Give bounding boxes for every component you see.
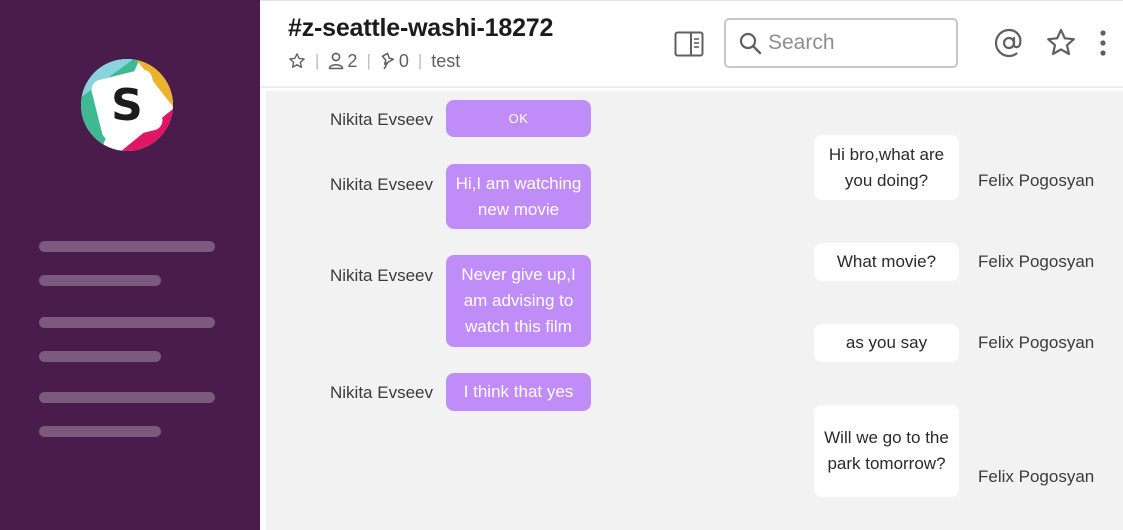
channel-title[interactable]: #z-seattle-washi-18272 [288,14,553,43]
message-author[interactable]: Felix Pogosyan [978,252,1094,272]
message-author[interactable]: Nikita Evseev [330,110,433,130]
message-bubble[interactable]: I think that yes [446,373,591,411]
message-bubble[interactable]: Never give up,I am advising to watch thi… [446,255,591,347]
message-author[interactable]: Felix Pogosyan [978,171,1094,191]
message-bubble[interactable]: as you say [814,324,959,362]
sidebar-placeholder-line [39,351,161,362]
message-bubble[interactable]: Will we go to the park tomorrow? [814,405,959,497]
sidebar-placeholder-line [39,275,161,286]
star-icon[interactable] [1046,28,1076,58]
channel-topic[interactable]: test [431,51,460,72]
meta-separator: | [417,51,423,70]
message-bubble[interactable]: OK [446,100,591,137]
channel-header: #z-seattle-washi-18272 | 2 | 0 | test [260,0,1123,88]
sidebar-placeholder-line [39,241,215,252]
details-panel-icon[interactable] [674,31,704,57]
slack-logo-icon[interactable]: S [80,58,174,152]
meta-separator: | [366,51,371,70]
message-bubble[interactable]: Hi,I am watching new movie [446,164,591,229]
member-icon[interactable] [328,52,344,70]
message-author[interactable]: Felix Pogosyan [978,333,1094,353]
sidebar-placeholder-line [39,426,161,437]
meta-separator: | [315,51,320,70]
message-author[interactable]: Nikita Evseev [330,383,433,403]
search-icon [739,32,762,55]
star-icon[interactable] [288,52,306,70]
more-vertical-icon[interactable] [1098,29,1108,57]
at-sign-icon[interactable] [994,28,1024,58]
message-author[interactable]: Felix Pogosyan [978,467,1094,487]
search-box[interactable] [724,18,958,68]
channel-meta: | 2 | 0 | test [288,50,460,72]
sidebar-placeholder-line [39,392,215,403]
pin-icon[interactable] [380,52,396,70]
message-bubble[interactable]: Hi bro,what are you doing? [814,135,959,200]
search-input[interactable] [768,31,948,55]
message-author[interactable]: Nikita Evseev [330,175,433,195]
svg-text:S: S [111,80,143,131]
message-author[interactable]: Nikita Evseev [330,266,433,286]
message-list: Nikita Evseev OK Nikita Evseev Hi,I am w… [266,91,1123,530]
member-count[interactable]: 2 [347,51,357,72]
sidebar-placeholder-line [39,317,215,328]
workspace-sidebar: S [0,0,260,530]
message-bubble[interactable]: What movie? [814,243,959,281]
pinned-count[interactable]: 0 [399,51,409,72]
